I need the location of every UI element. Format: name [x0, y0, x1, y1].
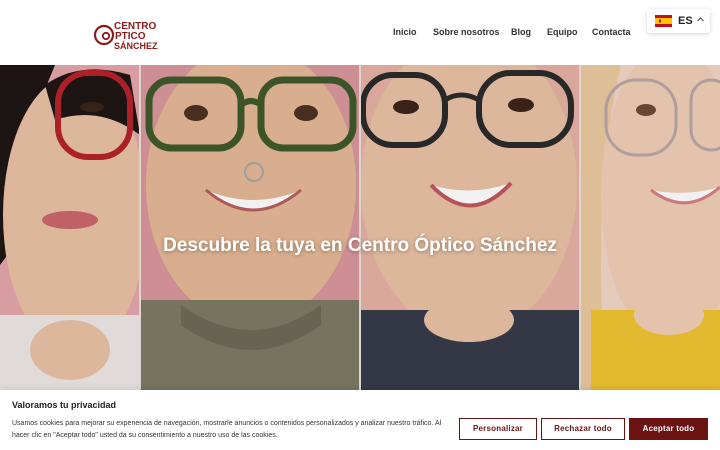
reject-all-button[interactable]: Rechazar todo	[541, 418, 625, 440]
nav-item-inicio[interactable]: Inicio	[393, 27, 417, 37]
cookie-banner-text: Usamos cookies para mejorar su experienc…	[12, 420, 442, 439]
customize-button[interactable]: Personalizar	[459, 418, 537, 440]
nav-item-blog[interactable]: Blog	[511, 27, 531, 37]
accept-all-button[interactable]: Aceptar todo	[629, 418, 708, 440]
main-nav: Inicio Sobre nosotros Blog Equipo Contac…	[0, 27, 720, 41]
hero-title: Descubre la tuya en Centro Óptico Sánche…	[163, 235, 557, 256]
hero-overlay	[0, 65, 720, 390]
spain-flag-icon	[655, 15, 672, 27]
hero-banner: Descubre la tuya en Centro Óptico Sánche…	[0, 65, 720, 390]
logo-text-line3: SÁNCHEZ	[114, 41, 158, 51]
nav-item-equipo[interactable]: Equipo	[547, 27, 578, 37]
cookie-banner-title: Valoramos tu privacidad	[12, 400, 117, 410]
site-header: CENTRO PTICO SÁNCHEZ Inicio Sobre nosotr…	[0, 0, 720, 65]
chevron-up-icon	[697, 17, 704, 22]
nav-item-sobre-nosotros[interactable]: Sobre nosotros	[433, 27, 500, 37]
language-code: ES	[678, 15, 693, 27]
nav-item-contacta[interactable]: Contacta	[592, 27, 631, 37]
cookie-banner: Valoramos tu privacidad Usamos cookies p…	[0, 390, 720, 450]
language-selector[interactable]: ES	[647, 9, 710, 33]
